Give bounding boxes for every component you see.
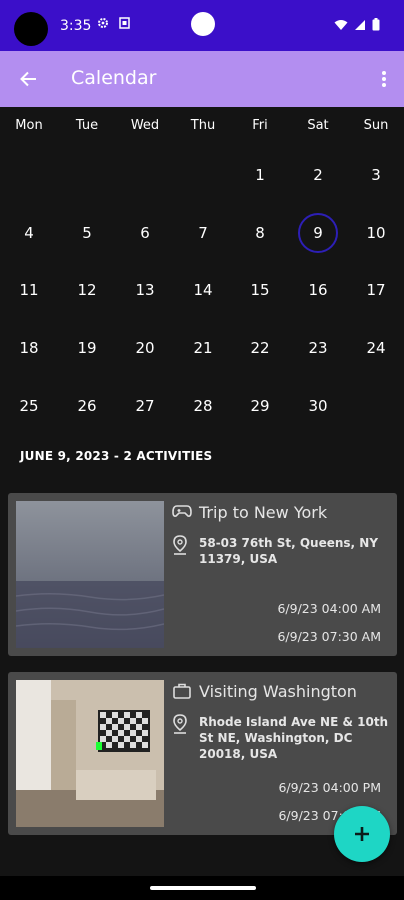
calendar-day[interactable]: 28	[183, 386, 223, 426]
calendar-day[interactable]: 29	[240, 386, 280, 426]
weekday-label: Sat	[307, 118, 329, 133]
calendar-day[interactable]: 16	[298, 270, 338, 310]
back-button[interactable]	[14, 65, 42, 93]
signal-icon	[354, 16, 366, 35]
activity-start-time: 6/9/23 04:00 AM	[277, 601, 381, 616]
weekday-label: Sun	[363, 118, 389, 133]
calendar-day[interactable]: 20	[125, 328, 165, 368]
activity-photo	[16, 501, 164, 648]
settings-gear-icon	[97, 17, 109, 32]
activity-start-time: 6/9/23 04:00 PM	[278, 780, 381, 795]
calendar-day[interactable]: 17	[356, 270, 396, 310]
calendar-day[interactable]: 15	[240, 270, 280, 310]
calendar-day-selected[interactable]: 9	[298, 213, 338, 253]
activity-photo	[16, 680, 164, 827]
status-bar: 3:35	[0, 0, 404, 51]
home-gesture-handle[interactable]	[150, 886, 256, 890]
calendar-day[interactable]: 2	[298, 155, 338, 195]
weekday-label: Wed	[130, 118, 160, 133]
calendar-day[interactable]: 30	[298, 386, 338, 426]
weekday-label: Tue	[75, 118, 99, 133]
location-pin-icon	[172, 535, 192, 557]
calendar-day[interactable]: 23	[298, 328, 338, 368]
calendar-day[interactable]: 19	[67, 328, 107, 368]
calendar-day[interactable]: 21	[183, 328, 223, 368]
calendar-day[interactable]: 6	[125, 213, 165, 253]
page-title: Calendar	[71, 67, 157, 89]
calendar-day[interactable]: 18	[9, 328, 49, 368]
weekday-label: Mon	[15, 118, 43, 133]
calendar-day[interactable]: 10	[356, 213, 396, 253]
weekday-header: Mon Tue Wed Thu Fri Sat Sun	[0, 118, 404, 138]
calendar-day[interactable]: 24	[356, 328, 396, 368]
activity-card[interactable]: Visiting Washington Rhode Island Ave NE …	[8, 672, 397, 835]
calendar-day[interactable]: 3	[356, 155, 396, 195]
calendar-day[interactable]: 11	[9, 270, 49, 310]
calendar-day[interactable]: 26	[67, 386, 107, 426]
app-bar: Calendar	[0, 51, 404, 107]
briefcase-icon	[172, 682, 192, 700]
activity-title: Visiting Washington	[199, 682, 357, 701]
gamepad-icon	[172, 503, 192, 521]
day-summary: JUNE 9, 2023 - 2 ACTIVITIES	[20, 449, 213, 463]
system-nav-bar	[0, 876, 404, 900]
activity-end-time: 6/9/23 07:30 AM	[277, 629, 381, 644]
calendar-day[interactable]: 27	[125, 386, 165, 426]
weekday-label: Thu	[190, 118, 216, 133]
battery-icon	[372, 16, 380, 35]
calendar-day[interactable]: 14	[183, 270, 223, 310]
calendar-grid: 1 2 3 4 5 6 7 8 9 10 11 12 13 14 15 16 17 18 19 20 21 22 23 24 2…	[0, 145, 404, 435]
wifi-icon	[334, 16, 348, 35]
add-activity-button[interactable]	[334, 806, 390, 862]
calendar-day[interactable]: 25	[9, 386, 49, 426]
camera-cutout	[191, 12, 215, 36]
weekday-label: Fri	[252, 118, 268, 133]
calendar-day[interactable]: 8	[240, 213, 280, 253]
location-pin-icon	[172, 714, 192, 736]
front-camera	[14, 12, 48, 46]
calendar-day[interactable]: 1	[240, 155, 280, 195]
arrow-back-icon	[20, 71, 36, 87]
plus-icon	[355, 827, 369, 841]
activity-card[interactable]: Trip to New York 58-03 76th St, Queens, …	[8, 493, 397, 656]
calendar-day[interactable]: 7	[183, 213, 223, 253]
activity-address: 58-03 76th St, Queens, NY 11379, USA	[199, 536, 379, 566]
activity-title: Trip to New York	[199, 503, 328, 522]
calendar-day[interactable]: 4	[9, 213, 49, 253]
calendar-day[interactable]: 22	[240, 328, 280, 368]
sim-card-icon	[119, 17, 130, 32]
calendar-day[interactable]: 13	[125, 270, 165, 310]
more-vert-icon	[382, 71, 386, 87]
status-time: 3:35	[60, 18, 92, 34]
calendar-day[interactable]: 12	[67, 270, 107, 310]
calendar-day[interactable]: 5	[67, 213, 107, 253]
activity-address: Rhode Island Ave NE & 10th St NE, Washin…	[199, 715, 389, 761]
overflow-menu-button[interactable]	[376, 67, 392, 91]
